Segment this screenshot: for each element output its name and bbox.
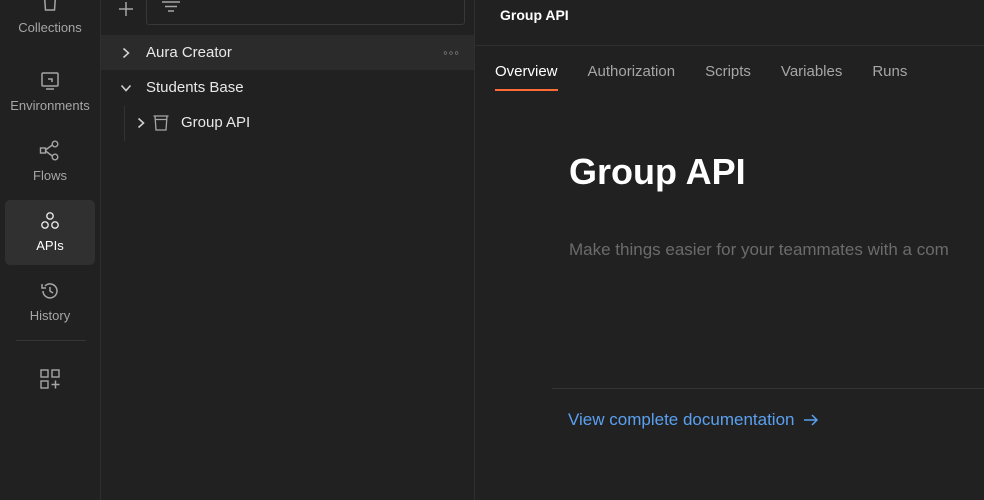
- tab-variables[interactable]: Variables: [781, 60, 842, 91]
- add-widget-icon: [39, 368, 61, 390]
- doc-link-label: View complete documentation: [568, 410, 795, 429]
- rail-item-flows[interactable]: Flows: [5, 140, 95, 205]
- tree-item-students-base[interactable]: Students Base: [101, 70, 474, 105]
- flows-icon: [39, 140, 61, 162]
- rail-label: Flows: [33, 168, 67, 183]
- environments-icon: [40, 70, 60, 92]
- rail-label: Environments: [10, 98, 90, 113]
- tab-runs[interactable]: Runs: [872, 60, 907, 91]
- main-panel: Group API Overview Authorization Scripts…: [475, 0, 984, 500]
- rail-item-collections[interactable]: Collections: [5, 0, 95, 57]
- rail-item-history[interactable]: History: [5, 280, 95, 345]
- doc-title[interactable]: Group API: [569, 151, 746, 193]
- rail-label: Collections: [18, 20, 82, 35]
- filter-input[interactable]: [146, 0, 465, 25]
- tab-bar: Overview Authorization Scripts Variables…: [495, 60, 937, 92]
- api-bucket-icon: [152, 114, 170, 132]
- tree-item-aura-creator[interactable]: Aura Creator ◦◦◦: [101, 35, 474, 70]
- main-header: Group API: [475, 0, 984, 46]
- rail-divider: [16, 340, 86, 341]
- arrow-right-icon: [803, 413, 819, 427]
- doc-divider: [552, 388, 984, 389]
- rail-item-environments[interactable]: Environments: [5, 70, 95, 135]
- chevron-right-icon[interactable]: [134, 116, 148, 130]
- tree-item-label: Aura Creator: [146, 44, 232, 61]
- tree-item-label: Group API: [181, 114, 251, 131]
- rail-item-add-widget[interactable]: [5, 368, 95, 433]
- tree-indent-guide: [124, 106, 125, 141]
- page-title: Group API: [500, 7, 569, 23]
- plus-icon: [118, 1, 134, 22]
- app-window: Collections Environments Flows APIs Hist…: [0, 0, 984, 500]
- apis-icon: [40, 210, 60, 232]
- tree-item-group-api[interactable]: Group API: [101, 105, 474, 140]
- tab-overview[interactable]: Overview: [495, 60, 558, 91]
- more-options-icon[interactable]: ◦◦◦: [443, 45, 460, 60]
- rail-label: History: [29, 308, 71, 323]
- history-icon: [39, 280, 61, 302]
- rail-item-apis[interactable]: APIs: [5, 200, 95, 265]
- rail-label: APIs: [36, 238, 64, 253]
- tab-scripts[interactable]: Scripts: [705, 60, 751, 91]
- new-api-button[interactable]: [115, 0, 137, 22]
- view-documentation-link[interactable]: View complete documentation: [568, 410, 819, 430]
- api-sidebar: Aura Creator ◦◦◦ Students Base Group API: [101, 0, 475, 500]
- icon-rail: Collections Environments Flows APIs Hist…: [0, 0, 101, 500]
- doc-description-placeholder[interactable]: Make things easier for your teammates wi…: [569, 240, 949, 260]
- chevron-right-icon[interactable]: [119, 46, 133, 60]
- collections-icon: [40, 0, 60, 14]
- chevron-down-icon[interactable]: [119, 81, 133, 95]
- tab-authorization[interactable]: Authorization: [588, 60, 676, 91]
- sidebar-toolbar: [101, 0, 475, 26]
- tree-item-label: Students Base: [146, 79, 244, 96]
- filter-icon: [161, 1, 181, 20]
